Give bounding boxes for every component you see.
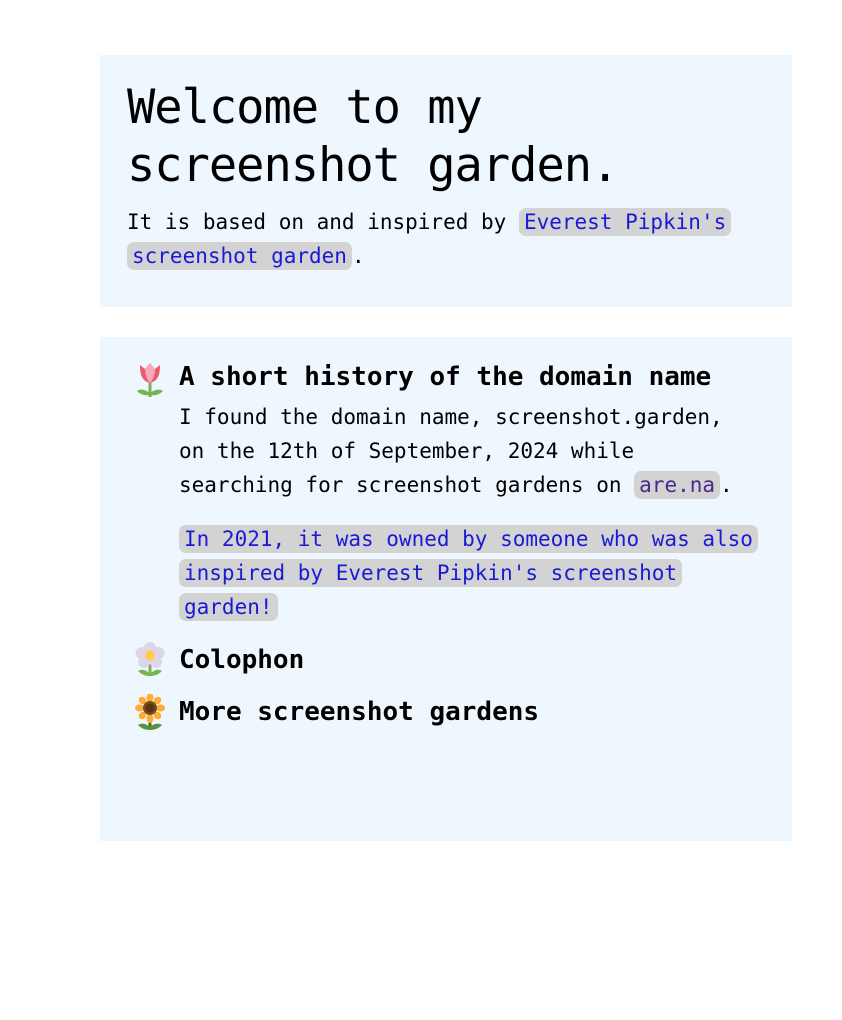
intro-text: It is based on and inspired by Everest P… [127,205,765,273]
section-title-colophon[interactable]: Colophon [179,642,758,679]
tulip-icon [134,361,179,401]
sunflower-icon [134,694,179,734]
are-na-link[interactable]: are.na [634,471,721,499]
history-link-paragraph: In 2021, it was owned by someone who was… [179,522,758,624]
section-more-gardens: More screenshot gardens [134,694,758,734]
intro-text-suffix: . [351,244,365,268]
history-text-suffix: . [720,473,733,497]
intro-text-prefix: It is based on and inspired by [127,210,519,234]
page-title: Welcome to my screenshot garden. [127,80,619,193]
section-title-more-gardens[interactable]: More screenshot gardens [179,694,758,731]
section-history: A short history of the domain name I fou… [134,359,758,624]
section-title-history[interactable]: A short history of the domain name [179,359,758,396]
sections-panel: A short history of the domain name I fou… [100,337,792,841]
blossom-icon [134,642,179,682]
intro-panel: Welcome to my screenshot garden. It is b… [100,55,792,307]
section-colophon: Colophon [134,642,758,682]
prior-owner-link[interactable]: In 2021, it was owned by someone who was… [179,525,758,621]
history-paragraph: I found the domain name, screenshot.gard… [179,400,758,502]
